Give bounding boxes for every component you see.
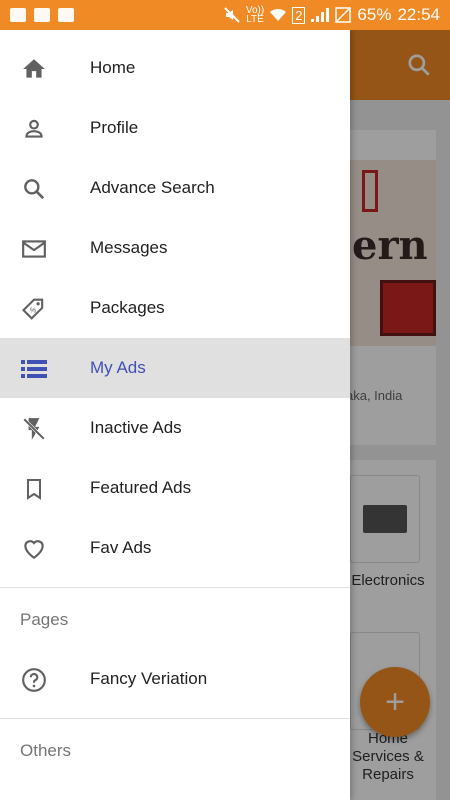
- tag-icon: %: [20, 295, 48, 323]
- drawer-item-featured-ads[interactable]: Featured Ads: [0, 458, 350, 518]
- image-notification-icon: [10, 8, 26, 22]
- wifi-icon: [270, 8, 287, 21]
- drawer-item-label: Home: [90, 58, 136, 77]
- bookmark-icon: [20, 475, 48, 503]
- drawer-item-partial[interactable]: [0, 780, 350, 800]
- status-bar: Vo)) LTE 2 65% 22:54: [0, 0, 450, 30]
- section-header-pages: Pages: [20, 610, 69, 629]
- help-circle-icon: [20, 666, 48, 694]
- drawer-item-advance-search[interactable]: Advance Search: [0, 158, 350, 218]
- gallery-notification-icon: [34, 8, 50, 22]
- mail-notification-icon: [58, 8, 74, 22]
- drawer-item-label: Featured Ads: [90, 478, 192, 497]
- volte-indicator: Vo)) LTE: [245, 5, 265, 25]
- drawer-item-packages[interactable]: % Packages: [0, 278, 350, 338]
- drawer-item-label: Profile: [90, 118, 139, 137]
- drawer-item-label: Inactive Ads: [90, 418, 182, 437]
- section-header-others: Others: [20, 741, 72, 760]
- svg-text:%: %: [30, 308, 36, 315]
- search-icon: [20, 175, 48, 203]
- navigation-drawer: Home Profile Advance Search Messages % P…: [0, 30, 350, 800]
- person-icon: [20, 115, 48, 143]
- drawer-item-home[interactable]: Home: [0, 38, 350, 98]
- clock: 22:54: [397, 5, 440, 24]
- home-icon: [20, 55, 48, 83]
- drawer-item-fancy-veriation[interactable]: Fancy Veriation: [0, 649, 350, 709]
- heart-icon: [20, 535, 48, 563]
- signal-icon: [311, 8, 330, 22]
- drawer-item-label: My Ads: [90, 358, 146, 377]
- drawer-divider: [0, 718, 350, 719]
- drawer-item-inactive-ads[interactable]: Inactive Ads: [0, 398, 350, 458]
- drawer-item-my-ads[interactable]: My Ads: [0, 338, 350, 398]
- drawer-item-messages[interactable]: Messages: [0, 218, 350, 278]
- sim-indicator: 2: [292, 6, 306, 24]
- drawer-item-label: Packages: [90, 298, 165, 317]
- battery-percent: 65%: [357, 5, 392, 24]
- drawer-item-label: Fav Ads: [90, 538, 152, 557]
- drawer-divider: [0, 587, 350, 588]
- drawer-item-label: Advance Search: [90, 178, 215, 197]
- flash-off-icon: [20, 415, 48, 443]
- mail-icon: [20, 235, 48, 263]
- mute-icon: [224, 7, 240, 23]
- no-sim-signal-icon: [335, 7, 352, 23]
- drawer-item-label: Messages: [90, 238, 168, 257]
- list-icon: [20, 355, 48, 383]
- drawer-item-profile[interactable]: Profile: [0, 98, 350, 158]
- drawer-item-label: Fancy Veriation: [90, 669, 208, 688]
- drawer-item-fav-ads[interactable]: Fav Ads: [0, 518, 350, 578]
